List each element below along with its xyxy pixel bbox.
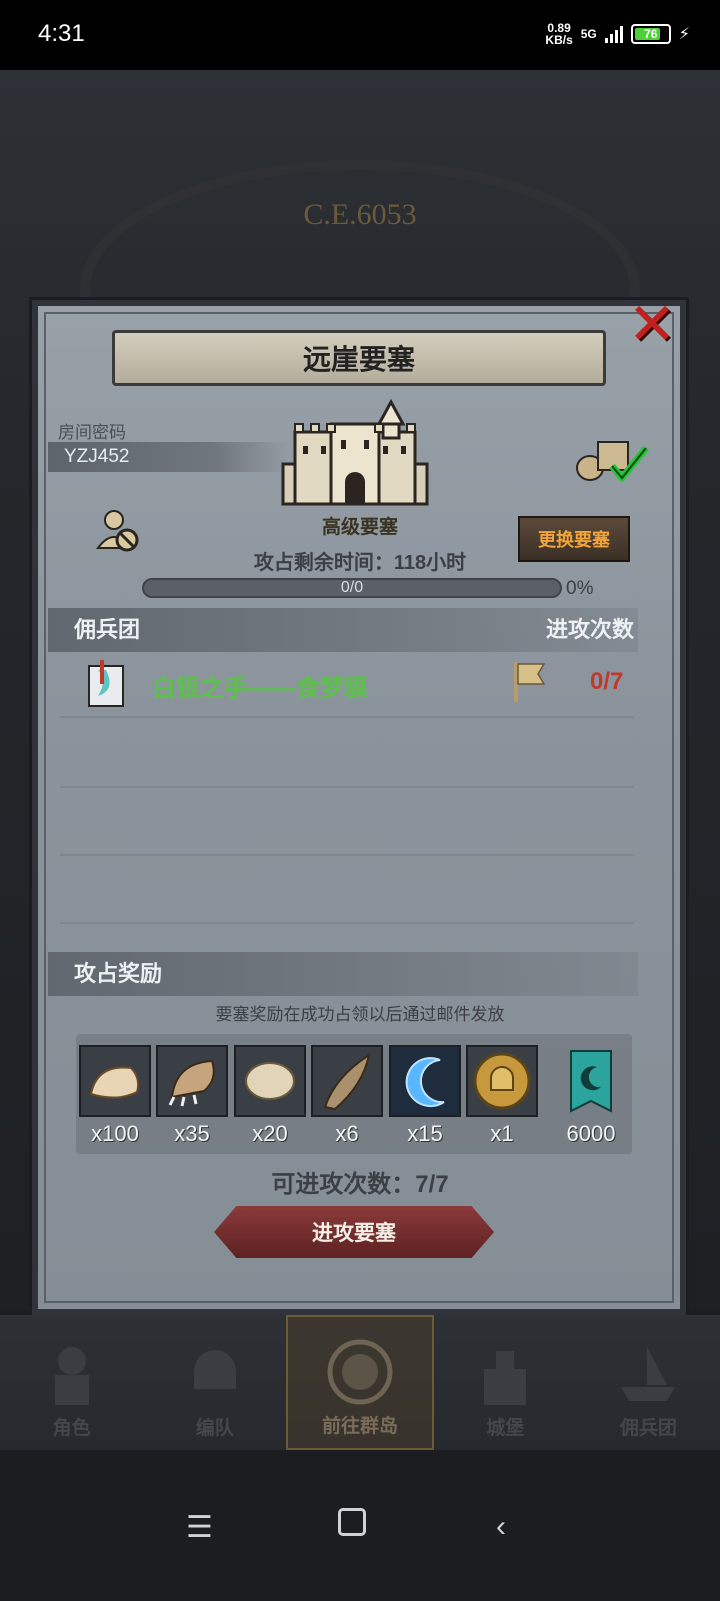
helmet-icon <box>193 1350 236 1389</box>
capture-progress-bar: 0/0 <box>142 578 562 598</box>
castle-nav-icon <box>484 1351 527 1405</box>
room-code-label: 房间密码 <box>58 423 126 442</box>
network-type: 5G <box>580 27 597 41</box>
hide-icon <box>245 1062 295 1100</box>
compass-icon <box>327 1339 393 1405</box>
attempts-remaining: 可进攻次数：7/7 <box>271 1171 449 1198</box>
bottom-nav: 角色 编队 前往群岛 城堡 佣兵团 <box>0 1315 720 1450</box>
battery-icon: 76 <box>630 24 671 44</box>
mercenary-header: 佣兵团 进攻次数 <box>48 608 638 652</box>
reward-item[interactable]: x20 <box>234 1045 306 1147</box>
signal-icon <box>604 25 623 43</box>
claw-icon <box>168 1059 215 1107</box>
team-attack-count: 0/7 <box>590 668 624 695</box>
status-bar: 4:31 0.89 KB/s 5G 76 ⚡ <box>0 0 720 70</box>
blue-crescent-icon <box>405 1057 445 1108</box>
reward-item[interactable]: 6000 <box>561 1045 621 1147</box>
flag-icon <box>514 662 546 702</box>
status-icons: 0.89 KB/s 5G 76 ⚡ <box>545 22 690 46</box>
nav-islands[interactable]: 前往群岛 <box>286 1315 434 1450</box>
team-name[interactable]: 白银之手——食梦貘 <box>152 668 368 703</box>
dialog-title: 远崖要塞 <box>112 330 606 386</box>
time-remaining: 攻占剩余时间：118小时 <box>253 552 467 574</box>
reward-item[interactable]: x15 <box>389 1045 461 1147</box>
castle-icon <box>281 398 429 506</box>
row-divider <box>60 786 634 788</box>
reward-item[interactable]: x1 <box>466 1045 538 1147</box>
reward-item[interactable]: x35 <box>156 1045 228 1147</box>
guild-banner-icon <box>570 1050 612 1113</box>
home-icon[interactable] <box>338 1508 366 1536</box>
row-divider <box>60 716 634 718</box>
reward-note: 要塞奖励在成功占领以后通过邮件发放 <box>215 1005 505 1024</box>
reward-header: 攻占奖励 <box>48 952 638 996</box>
nav-mercenary[interactable]: 佣兵团 <box>577 1315 720 1450</box>
ship-icon <box>621 1347 676 1401</box>
back-icon[interactable]: ‹ <box>496 1510 506 1544</box>
nav-character[interactable]: 角色 <box>0 1315 143 1450</box>
attack-count-header: 进攻次数 <box>545 617 634 642</box>
room-code[interactable]: YZJ452 <box>48 442 288 472</box>
progress-text: 0/0 <box>340 579 364 596</box>
reward-item[interactable]: x100 <box>79 1045 151 1147</box>
gold-helmet-coin-icon <box>473 1052 531 1110</box>
supplies-check-icon[interactable] <box>574 436 650 484</box>
row-divider <box>60 922 634 924</box>
fur-pelt-icon <box>89 1066 140 1099</box>
nav-castle[interactable]: 城堡 <box>434 1315 577 1450</box>
knight-icon <box>54 1347 89 1405</box>
net-speed: 0.89 KB/s <box>545 21 573 47</box>
menu-icon[interactable]: ☰ <box>186 1510 213 1545</box>
era-label: C.E.6053 <box>303 198 417 231</box>
reward-item[interactable]: x6 <box>311 1045 383 1147</box>
charging-icon: ⚡ <box>678 26 690 43</box>
progress-percent: 0% <box>566 578 594 599</box>
row-divider <box>60 854 634 856</box>
attack-fortress-button[interactable]: 进攻要塞 <box>214 1206 494 1258</box>
guild-banner-small-icon <box>88 660 124 707</box>
nav-formation[interactable]: 编队 <box>143 1315 286 1450</box>
close-icon[interactable]: ✕ <box>622 296 682 356</box>
clock: 4:31 <box>38 20 85 47</box>
horn-icon <box>323 1052 371 1111</box>
